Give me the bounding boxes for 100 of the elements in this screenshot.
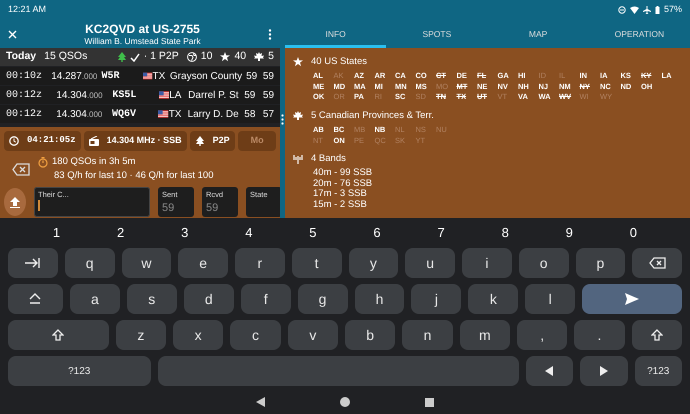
recents-icon[interactable] bbox=[425, 398, 434, 406]
key[interactable]: p bbox=[576, 248, 626, 278]
star-icon bbox=[293, 57, 303, 68]
key[interactable]: s bbox=[126, 284, 177, 314]
key[interactable]: u bbox=[405, 248, 455, 278]
tab[interactable]: OPERATION bbox=[588, 20, 690, 48]
key[interactable]: , bbox=[516, 320, 568, 350]
more-icon[interactable] bbox=[268, 28, 272, 40]
page-title: KC2QVD at US-2755 bbox=[85, 22, 200, 36]
key[interactable]: t bbox=[292, 248, 342, 278]
page-subtitle: William B. Umstead State Park bbox=[84, 36, 201, 46]
stat-value: 40 bbox=[234, 49, 246, 64]
home-icon[interactable] bbox=[340, 397, 350, 407]
key[interactable]: o bbox=[518, 248, 568, 278]
qso-received: 57 bbox=[262, 108, 274, 122]
text-input[interactable]: 59 bbox=[162, 200, 190, 217]
digit-key[interactable]: 8 bbox=[476, 222, 534, 244]
key[interactable]: c bbox=[230, 320, 281, 350]
tab-key[interactable] bbox=[8, 248, 58, 278]
chip-button[interactable]: 14.304 MHz · SSB bbox=[84, 131, 187, 151]
caps-lock-icon bbox=[29, 293, 42, 305]
drag-handle-icon[interactable] bbox=[281, 114, 284, 124]
send-icon bbox=[625, 293, 640, 305]
digit-key[interactable]: 1 bbox=[28, 222, 86, 244]
key[interactable]: w bbox=[122, 248, 172, 278]
qso-frequency: 14.304.000 bbox=[56, 88, 104, 102]
shift-icon bbox=[52, 329, 64, 341]
battery-percent: 57% bbox=[664, 3, 682, 16]
qso-state: LA bbox=[169, 88, 182, 102]
section-title: 4 Bands bbox=[311, 152, 346, 166]
digit-key[interactable]: 3 bbox=[156, 222, 214, 244]
tab[interactable]: SPOTS bbox=[386, 20, 488, 48]
qso-name: Darrel P. St bbox=[188, 88, 239, 102]
key[interactable]: b bbox=[344, 320, 396, 350]
tab-icon bbox=[25, 257, 40, 269]
antenna-icon bbox=[293, 154, 303, 164]
digit-key[interactable]: 4 bbox=[220, 222, 278, 244]
key[interactable]: x bbox=[173, 320, 224, 350]
band-count: 17m - 3 SSB bbox=[312, 189, 368, 200]
key[interactable]: y bbox=[348, 248, 398, 278]
battery-icon bbox=[654, 6, 660, 14]
digit-key[interactable]: 5 bbox=[284, 222, 342, 244]
qso-state: TX bbox=[152, 70, 166, 84]
backspace-key[interactable] bbox=[632, 248, 682, 278]
chip-button[interactable]: P2P bbox=[190, 131, 235, 151]
qso-time: 00:12z bbox=[6, 108, 44, 122]
digit-key[interactable]: 0 bbox=[604, 222, 662, 244]
us-flag-icon bbox=[158, 110, 169, 118]
key[interactable]: v bbox=[288, 320, 338, 350]
key[interactable]: z bbox=[116, 320, 166, 350]
key[interactable]: i bbox=[462, 248, 512, 278]
digit-key[interactable]: 2 bbox=[92, 222, 150, 244]
key[interactable]: m bbox=[460, 320, 510, 350]
star-icon bbox=[220, 52, 230, 62]
maple-leaf-icon bbox=[254, 52, 264, 62]
digit-key[interactable]: 9 bbox=[540, 222, 598, 244]
close-icon[interactable] bbox=[8, 30, 17, 38]
mode-key[interactable]: ?123 bbox=[8, 356, 150, 386]
upload-button[interactable] bbox=[4, 188, 26, 216]
qso-sent: 58 bbox=[243, 108, 256, 122]
digit-key[interactable]: 7 bbox=[412, 222, 470, 244]
right-triangle-icon bbox=[600, 366, 608, 376]
airplane-icon bbox=[642, 6, 651, 14]
tab[interactable]: MAP bbox=[488, 20, 589, 48]
mode-key[interactable]: ?123 bbox=[634, 356, 682, 386]
digit-key[interactable]: 6 bbox=[348, 222, 406, 244]
key[interactable]: h bbox=[354, 284, 404, 314]
key[interactable]: e bbox=[178, 248, 228, 278]
enter-key[interactable] bbox=[582, 284, 682, 314]
tree-icon bbox=[118, 52, 126, 62]
key[interactable]: l bbox=[525, 284, 576, 314]
key[interactable]: q bbox=[64, 248, 114, 278]
us-flag-icon bbox=[143, 72, 153, 80]
back-icon[interactable] bbox=[256, 397, 265, 407]
qso-name: Larry D. De bbox=[188, 108, 239, 122]
section-title: 5 Canadian Provinces & Terr. bbox=[311, 108, 434, 123]
key[interactable]: j bbox=[411, 284, 462, 314]
key[interactable]: k bbox=[468, 284, 518, 314]
chip-button[interactable]: 04:21:05z bbox=[4, 131, 81, 151]
left-key[interactable] bbox=[526, 356, 573, 386]
caps-key[interactable] bbox=[8, 284, 63, 314]
key[interactable]: f bbox=[240, 284, 291, 314]
backspace-icon[interactable] bbox=[12, 162, 30, 176]
backspace-icon bbox=[648, 257, 666, 269]
key[interactable]: a bbox=[70, 284, 120, 314]
qso-time: 00:10z bbox=[6, 70, 44, 84]
text-input[interactable]: 59 bbox=[206, 200, 234, 217]
upload-icon bbox=[10, 196, 20, 208]
shift-key[interactable] bbox=[632, 320, 682, 350]
key[interactable]: g bbox=[298, 284, 348, 314]
stopwatch-icon bbox=[38, 156, 48, 168]
right-key[interactable] bbox=[580, 356, 628, 386]
qso-time: 00:12z bbox=[6, 88, 44, 102]
clock-icon bbox=[9, 136, 19, 146]
qso-sent: 59 bbox=[243, 88, 256, 102]
key[interactable]: n bbox=[402, 320, 453, 350]
rate-detail: 83 Q/h for last 10 · 46 Q/h for last 100 bbox=[53, 169, 214, 183]
key[interactable]: . bbox=[574, 320, 625, 350]
key[interactable]: r bbox=[235, 248, 285, 278]
key[interactable]: d bbox=[184, 284, 234, 314]
